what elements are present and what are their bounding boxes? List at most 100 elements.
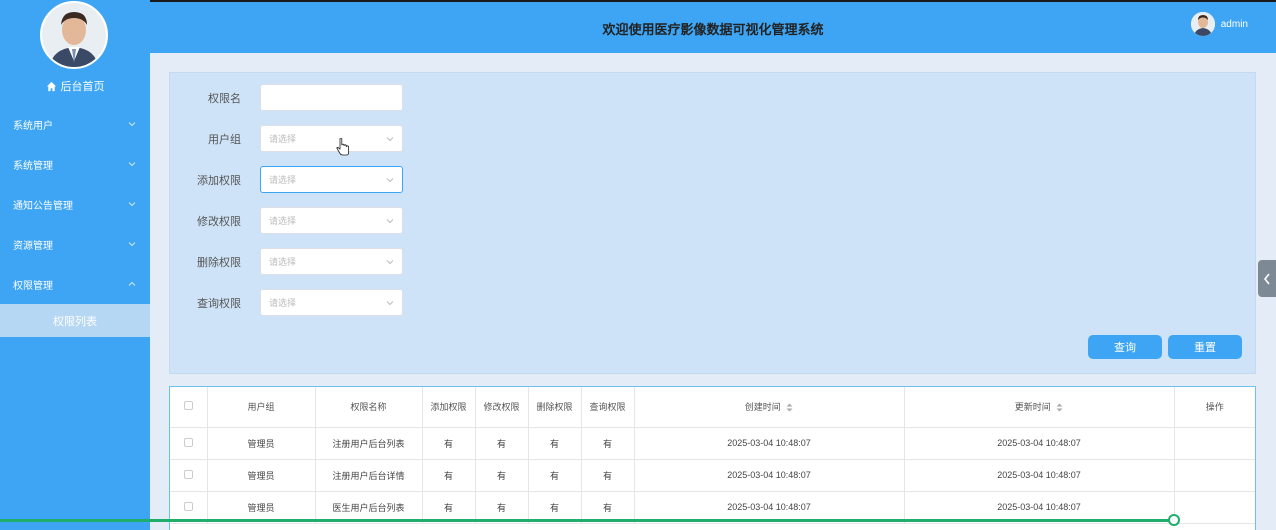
chevron-down-icon [128, 242, 136, 247]
filter-row-add-permission: 添加权限 请选择 [170, 166, 403, 193]
username: admin [1220, 18, 1248, 30]
chevron-up-icon [128, 281, 136, 286]
table-cell: 2025-03-04 10:48:07 [634, 459, 905, 492]
table-cell: 2025-03-04 10:48:07 [634, 427, 905, 460]
sidebar-subitem-permission-list[interactable]: 权限列表 [0, 304, 150, 337]
delete-permission-select[interactable]: 请选择 [260, 248, 403, 275]
sidebar-item-system-management[interactable]: 系统管理 [0, 144, 150, 184]
chevron-down-icon [386, 300, 394, 305]
table-cell: 2025-03-04 10:48:07 [904, 427, 1175, 460]
reset-button[interactable]: 重置 [1168, 335, 1242, 359]
filter-row-permission-name: 权限名 [170, 84, 403, 111]
field-label: 用户组 [208, 133, 241, 146]
home-link[interactable]: 后台首页 [0, 74, 150, 98]
chevron-down-icon [128, 202, 136, 207]
row-checkbox[interactable] [183, 437, 193, 447]
filter-panel: 权限名 用户组 请选择 添加权限 请选择 修改权限 请选择 删除权限 请选择 查… [169, 72, 1256, 374]
table-cell: 注册用户后台详情 [315, 459, 423, 492]
sidebar-item-permission-management[interactable]: 权限管理 [0, 264, 150, 304]
sidebar-item-label: 权限管理 [13, 280, 53, 292]
column-header-label: 创建时间 [744, 402, 781, 413]
column-header: 查询权限 [581, 387, 635, 428]
chevron-down-icon [128, 122, 136, 127]
table-cell: 2025-03-04 10:48:07 [904, 459, 1175, 492]
select-placeholder: 请选择 [269, 298, 297, 308]
sidebar-item-notice-management[interactable]: 通知公告管理 [0, 184, 150, 224]
pointer-cursor-icon [336, 138, 349, 156]
column-header: 添加权限 [422, 387, 476, 428]
sidebar-item-resource-management[interactable]: 资源管理 [0, 224, 150, 264]
user-avatar [1190, 12, 1215, 36]
chevron-down-icon [128, 162, 136, 167]
sidebar-item-label: 通知公告管理 [13, 200, 73, 212]
home-icon [46, 81, 56, 91]
field-label: 添加权限 [197, 174, 241, 187]
field-label: 删除权限 [197, 256, 241, 269]
permission-name-input[interactable] [260, 84, 403, 111]
table-cell: 有 [528, 459, 582, 492]
row-checkbox[interactable] [183, 501, 193, 511]
filter-row-query-permission: 查询权限 请选择 [170, 289, 403, 316]
progress-line [0, 519, 1174, 522]
row-checkbox[interactable] [183, 469, 193, 479]
table-row: 管理员 注册用户后台列表 有 有 有 有 2025-03-04 10:48:07… [170, 427, 1255, 460]
chevron-down-icon [386, 218, 394, 223]
actions-cell [1174, 459, 1255, 492]
select-placeholder: 请选择 [269, 134, 297, 144]
field-label: 查询权限 [197, 297, 241, 310]
permission-table: 用户组 权限名称 添加权限 修改权限 删除权限 查询权限 创建时间 更新时间 操… [169, 386, 1256, 530]
chevron-down-icon [386, 136, 394, 141]
table-cell: 管理员 [207, 459, 316, 492]
table-cell: 有 [528, 427, 582, 460]
column-header: 删除权限 [528, 387, 582, 428]
column-header-updated[interactable]: 更新时间 [904, 387, 1175, 428]
sidebar-item-system-users[interactable]: 系统用户 [0, 104, 150, 144]
collapse-panel-tab[interactable] [1258, 260, 1276, 297]
select-all-checkbox[interactable] [183, 401, 193, 411]
row-select-cell [170, 427, 208, 460]
add-permission-select[interactable]: 请选择 [260, 166, 403, 193]
user-menu[interactable]: admin [1190, 12, 1248, 36]
sidebar-item-label: 资源管理 [13, 240, 53, 252]
select-placeholder: 请选择 [269, 216, 297, 226]
select-placeholder: 请选择 [269, 257, 297, 267]
filter-row-delete-permission: 删除权限 请选择 [170, 248, 403, 275]
column-header-created[interactable]: 创建时间 [634, 387, 905, 428]
home-label: 后台首页 [60, 81, 105, 93]
column-header: 权限名称 [315, 387, 423, 428]
search-button[interactable]: 查询 [1088, 335, 1162, 359]
select-all-cell [170, 387, 208, 428]
avatar[interactable] [40, 1, 108, 69]
main-content: 权限名 用户组 请选择 添加权限 请选择 修改权限 请选择 删除权限 请选择 查… [150, 53, 1276, 530]
sort-icon[interactable] [786, 403, 793, 412]
query-permission-select[interactable]: 请选择 [260, 289, 403, 316]
edit-permission-select[interactable]: 请选择 [260, 207, 403, 234]
column-header: 用户组 [207, 387, 316, 428]
progress-knob[interactable] [1168, 514, 1180, 526]
user-group-select[interactable]: 请选择 [260, 125, 403, 152]
table-cell: 管理员 [207, 427, 316, 460]
sidebar-subitem-label: 权限列表 [53, 315, 97, 328]
sort-icon[interactable] [1056, 403, 1063, 412]
sidebar-item-label: 系统管理 [13, 160, 53, 172]
table-cell: 有 [422, 459, 476, 492]
chevron-down-icon [386, 177, 394, 182]
table-cell: 注册用户后台列表 [315, 427, 423, 460]
column-header-label: 更新时间 [1014, 402, 1051, 413]
table-header-row: 用户组 权限名称 添加权限 修改权限 删除权限 查询权限 创建时间 更新时间 操… [170, 387, 1255, 428]
sidebar-menu: 系统用户 系统管理 通知公告管理 资源管理 权限管理 权限列表 [0, 104, 150, 337]
table-cell: 有 [422, 427, 476, 460]
table-row: 管理员 注册用户后台详情 有 有 有 有 2025-03-04 10:48:07… [170, 459, 1255, 492]
column-header: 操作 [1174, 387, 1255, 428]
sidebar-item-label: 系统用户 [13, 120, 53, 132]
select-placeholder: 请选择 [269, 175, 297, 185]
actions-cell [1174, 427, 1255, 460]
actions-cell [1174, 491, 1255, 524]
row-select-cell [170, 459, 208, 492]
filter-row-edit-permission: 修改权限 请选择 [170, 207, 403, 234]
table-cell: 有 [475, 427, 529, 460]
page-title: 欢迎使用医疗影像数据可视化管理系统 [602, 22, 824, 37]
chevron-down-icon [386, 259, 394, 264]
table-cell: 有 [475, 459, 529, 492]
field-label: 修改权限 [197, 215, 241, 228]
